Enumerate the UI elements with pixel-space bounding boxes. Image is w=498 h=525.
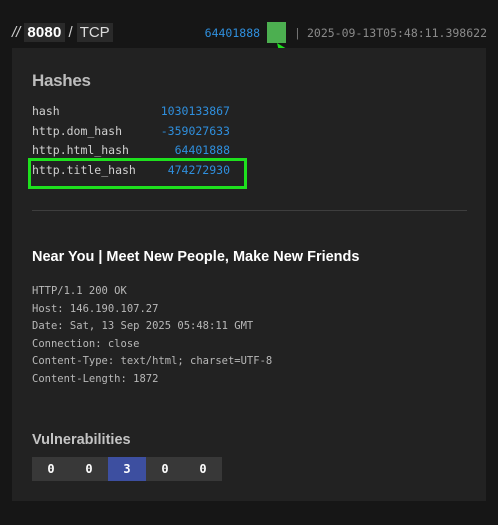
http-response-headers: HTTP/1.1 200 OK Host: 146.190.107.27 Dat… — [32, 283, 272, 388]
section-divider — [32, 210, 467, 211]
header-line: Host: 146.190.107.27 — [32, 302, 159, 315]
scan-timestamp: 2025-09-13T05:48:11.398622 — [306, 25, 487, 40]
port-details-panel: Hashes hash 1030133867 http.dom_hash -35… — [12, 48, 486, 501]
vulnerabilities-heading: Vulnerabilities — [32, 432, 131, 448]
vulnerability-severity-bar: 0 0 3 0 0 — [32, 457, 222, 481]
hash-key: http.title_hash — [32, 162, 136, 177]
hash-value-link[interactable]: -359027633 — [32, 124, 230, 139]
port-separator: / — [68, 24, 73, 41]
port-header-bar: // 8080 / TCP 64401888 | 2025-09-13T05:4… — [0, 18, 498, 48]
vuln-count-cell-active[interactable]: 3 — [108, 457, 146, 481]
header-line: Date: Sat, 13 Sep 2025 05:48:11 GMT — [32, 320, 254, 332]
hash-row: http.dom_hash -359027633 — [32, 124, 232, 144]
hashes-table: hash 1030133867 http.dom_hash -359027633… — [28, 104, 247, 188]
vuln-count-cell[interactable]: 0 — [32, 457, 70, 481]
hash-value-link[interactable]: 64401888 — [32, 143, 230, 158]
vuln-count-cell[interactable]: 0 — [184, 457, 222, 481]
header-line: Content-Length: 1872 — [32, 372, 159, 385]
header-line: HTTP/1.1 200 OK — [32, 285, 127, 297]
vuln-count-cell[interactable]: 0 — [146, 457, 184, 481]
port-meta: 64401888 | 2025-09-13T05:48:11.398622 — [205, 22, 487, 43]
header-line: Connection: close — [32, 337, 140, 350]
hash-row-highlighted: http.title_hash 474272930 — [28, 157, 247, 188]
host-port-view: // 8080 / TCP 64401888 | 2025-09-13T05:4… — [0, 0, 498, 525]
html-hash-link[interactable]: 64401888 — [205, 26, 260, 40]
hash-row: hash 1030133867 — [32, 104, 232, 124]
hash-value-link[interactable]: 474272930 — [32, 163, 230, 178]
http-page-title: Near You | Meet New People, Make New Fri… — [32, 249, 360, 265]
port-prefix: // — [12, 24, 21, 41]
port-tab[interactable]: // 8080 / TCP — [12, 22, 113, 43]
vuln-count-cell[interactable]: 0 — [70, 457, 108, 481]
port-protocol: TCP — [76, 23, 113, 42]
port-number: 8080 — [24, 23, 65, 42]
hashes-heading: Hashes — [32, 71, 91, 90]
hash-value-link[interactable]: 1030133867 — [32, 104, 230, 119]
header-line: Content-Type: text/html; charset=UTF-8 — [32, 355, 273, 367]
